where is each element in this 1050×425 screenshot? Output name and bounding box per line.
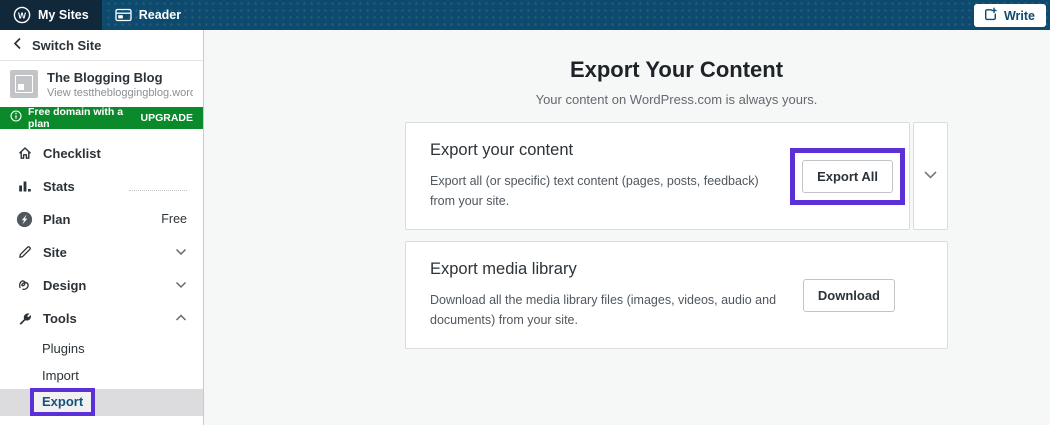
masthead: W My Sites Reader Write xyxy=(0,0,1050,30)
upgrade-banner[interactable]: Free domain with a plan UPGRADE xyxy=(0,107,203,129)
chevron-down-icon xyxy=(175,281,187,289)
stats-sparkline xyxy=(129,182,187,191)
sidebar-item-import[interactable]: Import xyxy=(0,362,203,389)
sidebar-item-label: Plugins xyxy=(42,341,85,356)
sidebar-item-plugins[interactable]: Plugins xyxy=(0,335,203,362)
sidebar-menu: Checklist Stats Plan Free S xyxy=(0,129,203,416)
sidebar-item-label: Export xyxy=(42,394,83,409)
sidebar-item-site[interactable]: Site xyxy=(0,236,203,269)
card-description: Export all (or specific) text content (p… xyxy=(430,171,785,211)
banner-text: Free domain with a plan xyxy=(28,106,128,130)
write-label: Write xyxy=(1004,9,1035,23)
sidebar-item-label: Stats xyxy=(43,179,75,194)
switch-site-label: Switch Site xyxy=(32,38,101,53)
sidebar-item-design[interactable]: Design xyxy=(0,269,203,302)
upgrade-link[interactable]: UPGRADE xyxy=(140,112,193,124)
pencil-icon xyxy=(16,244,33,261)
chevron-up-icon xyxy=(175,314,187,322)
write-button[interactable]: Write xyxy=(974,4,1046,27)
sidebar-item-plan[interactable]: Plan Free xyxy=(0,203,203,236)
sidebar-item-export[interactable]: Export xyxy=(0,389,203,416)
card-text: Export your content Export all (or speci… xyxy=(430,141,785,211)
tools-icon xyxy=(16,310,33,327)
card-text: Export media library Download all the me… xyxy=(430,260,785,330)
export-media-card: Export media library Download all the me… xyxy=(405,241,948,349)
card-description: Download all the media library files (im… xyxy=(430,290,785,330)
sidebar-item-label: Design xyxy=(43,278,86,293)
export-all-highlight-annotation: Export All xyxy=(790,148,905,205)
sidebar-item-label: Checklist xyxy=(43,146,101,161)
site-url: View testthebloggingblog.wordpress.com xyxy=(47,87,193,99)
sidebar-item-label: Import xyxy=(42,368,79,383)
stats-icon xyxy=(16,178,33,195)
chevron-down-icon xyxy=(923,167,938,185)
reader-icon xyxy=(115,8,132,22)
plan-icon xyxy=(16,211,33,228)
new-post-icon xyxy=(983,7,998,25)
chevron-left-icon xyxy=(13,37,22,53)
card-heading: Export media library xyxy=(430,260,785,279)
sidebar-item-label: Plan xyxy=(43,212,70,227)
page-subtitle: Your content on WordPress.com is always … xyxy=(405,92,948,107)
download-button[interactable]: Download xyxy=(803,279,895,312)
reader-tab[interactable]: Reader xyxy=(102,0,194,30)
home-icon xyxy=(16,145,33,162)
info-icon xyxy=(10,110,22,125)
switch-site-button[interactable]: Switch Site xyxy=(0,30,203,61)
sidebar-item-checklist[interactable]: Checklist xyxy=(0,137,203,170)
export-content-card: Export your content Export all (or speci… xyxy=(405,122,910,230)
plan-badge: Free xyxy=(161,212,187,226)
sidebar-item-tools[interactable]: Tools xyxy=(0,302,203,335)
export-highlight-annotation: Export xyxy=(30,388,95,416)
svg-text:W: W xyxy=(18,10,27,20)
site-placeholder-icon xyxy=(10,70,38,98)
download-button-wrap: Download xyxy=(803,279,895,312)
page-title: Export Your Content xyxy=(405,57,948,83)
design-icon xyxy=(16,277,33,294)
sidebar-item-label: Site xyxy=(43,245,67,260)
chevron-down-icon xyxy=(175,248,187,256)
site-meta: The Blogging Blog View testthebloggingbl… xyxy=(47,70,193,99)
sidebar: Switch Site The Blogging Blog View testt… xyxy=(0,30,204,425)
export-all-button[interactable]: Export All xyxy=(802,160,893,193)
reader-label: Reader xyxy=(139,8,181,22)
content-column: Export Your Content Your content on Word… xyxy=(405,30,948,349)
sidebar-item-stats[interactable]: Stats xyxy=(0,170,203,203)
main-content: Export Your Content Your content on Word… xyxy=(205,30,1050,425)
my-sites-tab[interactable]: W My Sites xyxy=(0,0,102,30)
site-title: The Blogging Blog xyxy=(47,70,193,86)
wordpress-logo-icon: W xyxy=(13,6,31,24)
wordpress-admin-screen: W My Sites Reader Write Switch Site xyxy=(0,0,1050,425)
export-content-section: Export your content Export all (or speci… xyxy=(405,122,948,230)
my-sites-label: My Sites xyxy=(38,8,89,22)
expand-export-options-button[interactable] xyxy=(913,122,948,230)
card-heading: Export your content xyxy=(430,141,785,160)
site-card[interactable]: The Blogging Blog View testthebloggingbl… xyxy=(0,61,203,107)
sidebar-item-label: Tools xyxy=(43,311,77,326)
